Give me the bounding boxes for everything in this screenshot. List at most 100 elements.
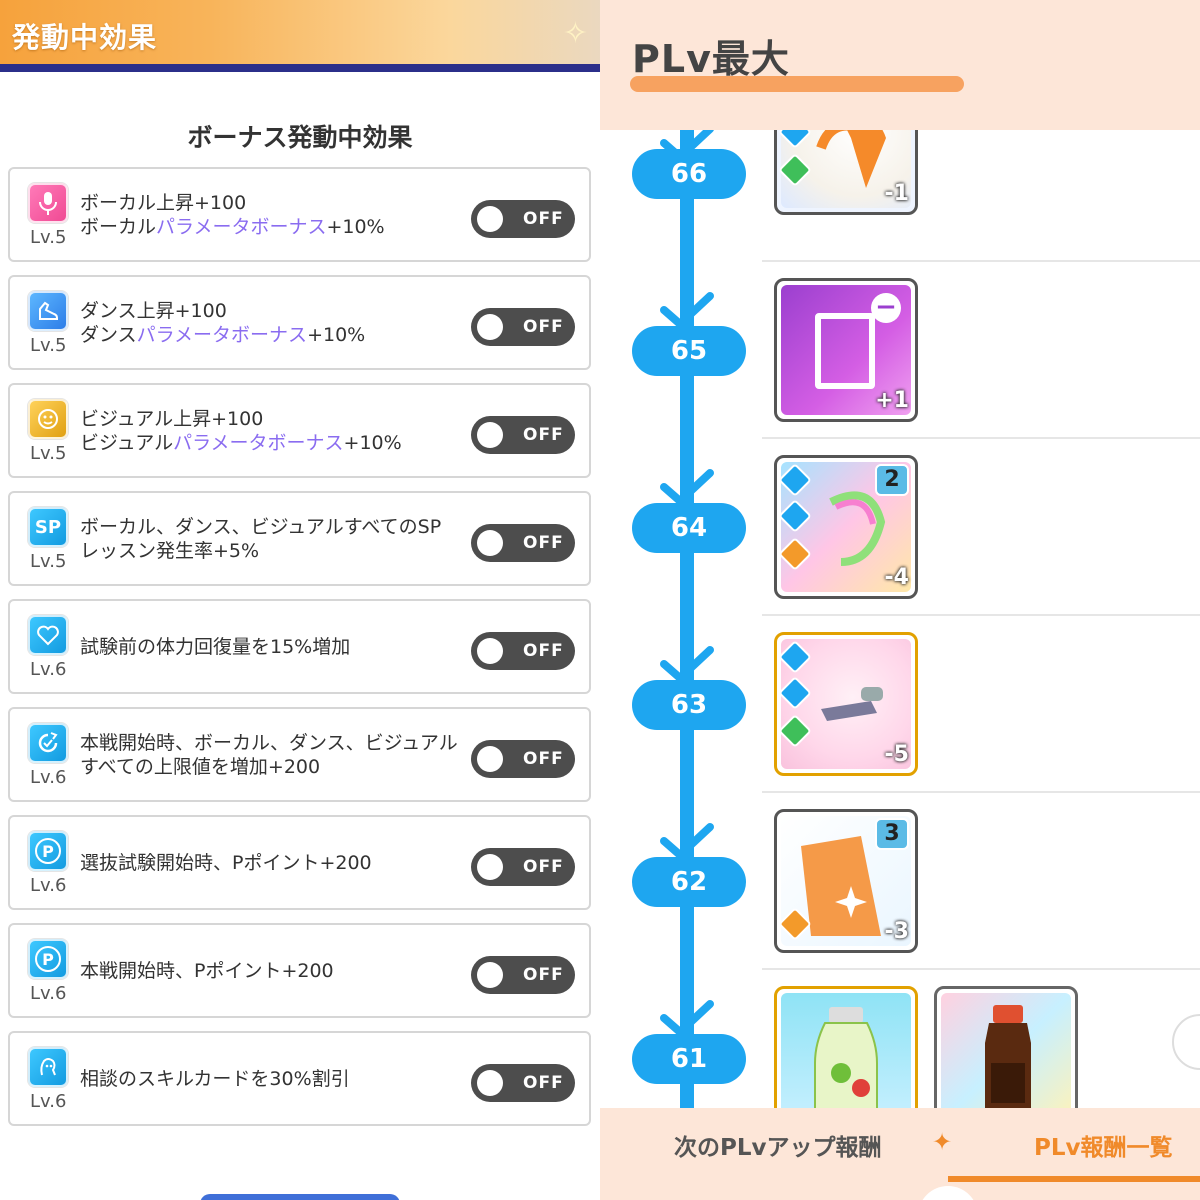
reward-card[interactable]: − +1 <box>774 278 918 422</box>
plv-title: PLv最大 <box>632 37 790 81</box>
plv-header: PLv最大 <box>600 0 1200 130</box>
effect-toggle[interactable]: OFF <box>471 200 575 238</box>
panel-title: 発動中効果 <box>12 21 158 54</box>
level-row: 66 -1 <box>600 130 1200 262</box>
effect-level: Lv.6 <box>30 659 67 680</box>
p-point-label: P <box>35 946 61 972</box>
effect-line: ボーカル、ダンス、ビジュアルすべてのSP <box>80 516 442 538</box>
effect-value: +10% <box>343 432 402 454</box>
reward-card[interactable]: -5 <box>774 632 918 776</box>
reward-card[interactable]: 3 -3 <box>774 809 918 953</box>
parameter-bonus-label: パラメータボーナス <box>156 216 327 238</box>
reward-track[interactable]: 66 -1 65 − +1 64 2 -4 63 -5 62 3 -3 61 <box>600 130 1200 1108</box>
effect-toggle[interactable]: OFF <box>471 416 575 454</box>
heart-icon <box>28 615 68 655</box>
reward-card[interactable]: 2 -4 <box>774 455 918 599</box>
toggle-knob <box>477 854 503 880</box>
bottom-button[interactable] <box>200 1194 400 1200</box>
effect-description: ボーカル、ダンス、ビジュアルすべてのSP レッスン発生率+5% <box>80 515 470 563</box>
effect-line: レッスン発生率+5% <box>80 540 260 562</box>
level-row: 63 -5 <box>600 616 1200 793</box>
card-cost: -5 <box>884 742 909 767</box>
tab-next-plv-reward[interactable]: 次のPLvアップ報酬 <box>674 1128 882 1162</box>
level-badge: 64 <box>632 503 746 553</box>
level-badge: 61 <box>632 1034 746 1084</box>
effect-row: P Lv.6 選抜試験開始時、Pポイント+200 OFF <box>8 815 591 910</box>
sparkle-icon: ✧ <box>562 16 588 51</box>
effect-row: Lv.6 試験前の体力回復量を15%増加 OFF <box>8 599 591 694</box>
effect-level: Lv.6 <box>30 1091 67 1112</box>
effect-row: SP Lv.5 ボーカル、ダンス、ビジュアルすべてのSP レッスン発生率+5% … <box>8 491 591 586</box>
effect-description: 本戦開始時、Pポイント+200 <box>80 960 334 982</box>
effect-toggle[interactable]: OFF <box>471 848 575 886</box>
effect-line: すべての上限値を増加+200 <box>80 756 321 778</box>
p-point-icon: P <box>28 831 68 871</box>
effect-line: ビジュアルパラメータボーナス+10% <box>80 431 470 455</box>
panel-header: 発動中効果 ✧ <box>0 0 600 72</box>
parameter-bonus-label: パラメータボーナス <box>136 324 308 346</box>
reward-item-drink[interactable] <box>774 986 918 1108</box>
effect-toggle[interactable]: OFF <box>471 740 575 778</box>
tab-plv-reward-list[interactable]: PLv報酬一覧 <box>1034 1128 1173 1162</box>
effect-description: 相談のスキルカードを30%割引 <box>80 1068 350 1090</box>
effect-value: +10% <box>307 324 366 346</box>
card-cost: -3 <box>884 919 909 944</box>
effect-line: ダンスパラメータボーナス+10% <box>80 323 470 347</box>
toggle-knob <box>477 206 503 232</box>
reward-card[interactable]: -1 <box>774 130 918 215</box>
card-art <box>941 993 1071 1108</box>
level-row: 61 <box>600 970 1200 1108</box>
toggle-knob <box>477 530 503 556</box>
effect-toggle[interactable]: OFF <box>471 956 575 994</box>
level-badge: 63 <box>632 680 746 730</box>
star-icon: ✦ <box>932 1128 953 1156</box>
dance-shoe-icon <box>28 291 68 331</box>
effect-description: ビジュアル上昇+100 ビジュアルパラメータボーナス+10% <box>80 407 470 455</box>
header-stripe <box>0 64 600 72</box>
limit-up-icon <box>28 723 68 763</box>
effect-value: +10% <box>326 216 385 238</box>
level-badge: 65 <box>632 326 746 376</box>
effect-toggle[interactable]: OFF <box>471 524 575 562</box>
effect-line: ビジュアル上昇+100 <box>80 408 264 430</box>
toggle-label: OFF <box>523 749 564 769</box>
level-row: 62 3 -3 <box>600 793 1200 970</box>
sp-icon: SP <box>28 507 68 547</box>
effect-toggle[interactable]: OFF <box>471 1064 575 1102</box>
minus-icon: − <box>871 293 901 323</box>
effect-line: 本戦開始時、ボーカル、ダンス、ビジュアル <box>80 732 458 754</box>
effect-description: ボーカル上昇+100 ボーカルパラメータボーナス+10% <box>80 191 470 239</box>
effect-level: Lv.6 <box>30 875 67 896</box>
toggle-knob <box>477 962 503 988</box>
effect-toggle[interactable]: OFF <box>471 308 575 346</box>
effect-level: Lv.6 <box>30 767 67 788</box>
p-point-icon: P <box>28 939 68 979</box>
effect-stat: ダンス <box>80 324 137 346</box>
effect-description: 本戦開始時、ボーカル、ダンス、ビジュアル すべての上限値を増加+200 <box>80 731 470 779</box>
effect-line: ボーカル上昇+100 <box>80 192 247 214</box>
effect-line: ボーカルパラメータボーナス+10% <box>80 215 470 239</box>
reward-item-drink[interactable] <box>934 986 1078 1108</box>
toggle-knob <box>477 638 503 664</box>
effect-line: ダンス上昇+100 <box>80 300 227 322</box>
visual-face-icon <box>28 399 68 439</box>
effect-description: 選抜試験開始時、Pポイント+200 <box>80 852 372 874</box>
toggle-label: OFF <box>523 965 564 985</box>
microphone-icon <box>28 183 68 223</box>
tab-bar: 次のPLvアップ報酬 ✦ PLv報酬一覧 <box>600 1108 1200 1200</box>
effect-level: Lv.5 <box>30 443 67 464</box>
effect-row: Lv.5 ボーカル上昇+100 ボーカルパラメータボーナス+10% OFF <box>8 167 591 262</box>
title-underline <box>630 76 964 92</box>
card-art <box>781 993 911 1108</box>
card-number: 2 <box>875 464 909 496</box>
toggle-knob <box>477 314 503 340</box>
toggle-knob <box>477 1070 503 1096</box>
active-effects-panel: 発動中効果 ✧ ボーナス発動中効果 Lv.5 ボーカル上昇+100 ボーカルパラ… <box>0 0 600 1200</box>
card-cost: -1 <box>884 181 909 206</box>
consult-icon <box>28 1047 68 1087</box>
toggle-label: OFF <box>523 533 564 553</box>
level-row: 65 − +1 <box>600 262 1200 439</box>
level-badge: 66 <box>632 149 746 199</box>
active-tab-indicator <box>948 1176 1200 1182</box>
effect-toggle[interactable]: OFF <box>471 632 575 670</box>
